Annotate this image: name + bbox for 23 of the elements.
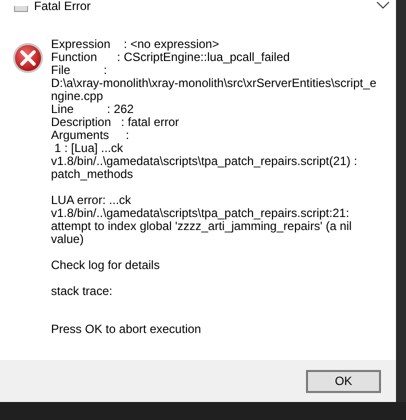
message-line: patch_methods	[51, 168, 134, 181]
message-line: D:\a\xray-monolith\xray-monolith\src\xrServerEntities\script_e	[51, 77, 376, 90]
error-icon	[12, 42, 44, 74]
ok-button[interactable]: OK	[306, 370, 381, 392]
message-line: stack trace:	[51, 285, 114, 298]
message-line: attempt to index global 'zzzz_arti_jamming_repairs' (a nil	[51, 220, 353, 233]
message-line: v1.8/bin/..\gamedata\scripts\tpa_patch_repairs.script(21) :	[51, 155, 358, 168]
message-line: ngine.cpp	[51, 90, 104, 103]
message-line: Line : 262	[51, 103, 135, 116]
app-icon	[14, 6, 28, 12]
message-line: Description : fatal error	[51, 116, 180, 129]
message-line: v1.8/bin/..\gamedata\scripts\tpa_patch_repairs.script:21:	[51, 207, 350, 220]
message-line: Check log for details	[51, 259, 161, 272]
message-line: value)	[51, 233, 84, 246]
message-line: File :	[51, 64, 108, 77]
message-line: Arguments :	[51, 129, 130, 142]
window-title: Fatal Error	[34, 0, 91, 12]
message-line: Function : CScriptEngine::lua_pcall_failed	[51, 51, 291, 64]
message-line: Press OK to abort execution	[51, 323, 202, 336]
close-icon[interactable]	[376, 2, 390, 10]
message-line: LUA error: ...ck	[51, 194, 132, 207]
message-line: 1 : [Lua] ...ck	[54, 142, 124, 155]
message-line: Expression : <no expression>	[51, 38, 220, 51]
